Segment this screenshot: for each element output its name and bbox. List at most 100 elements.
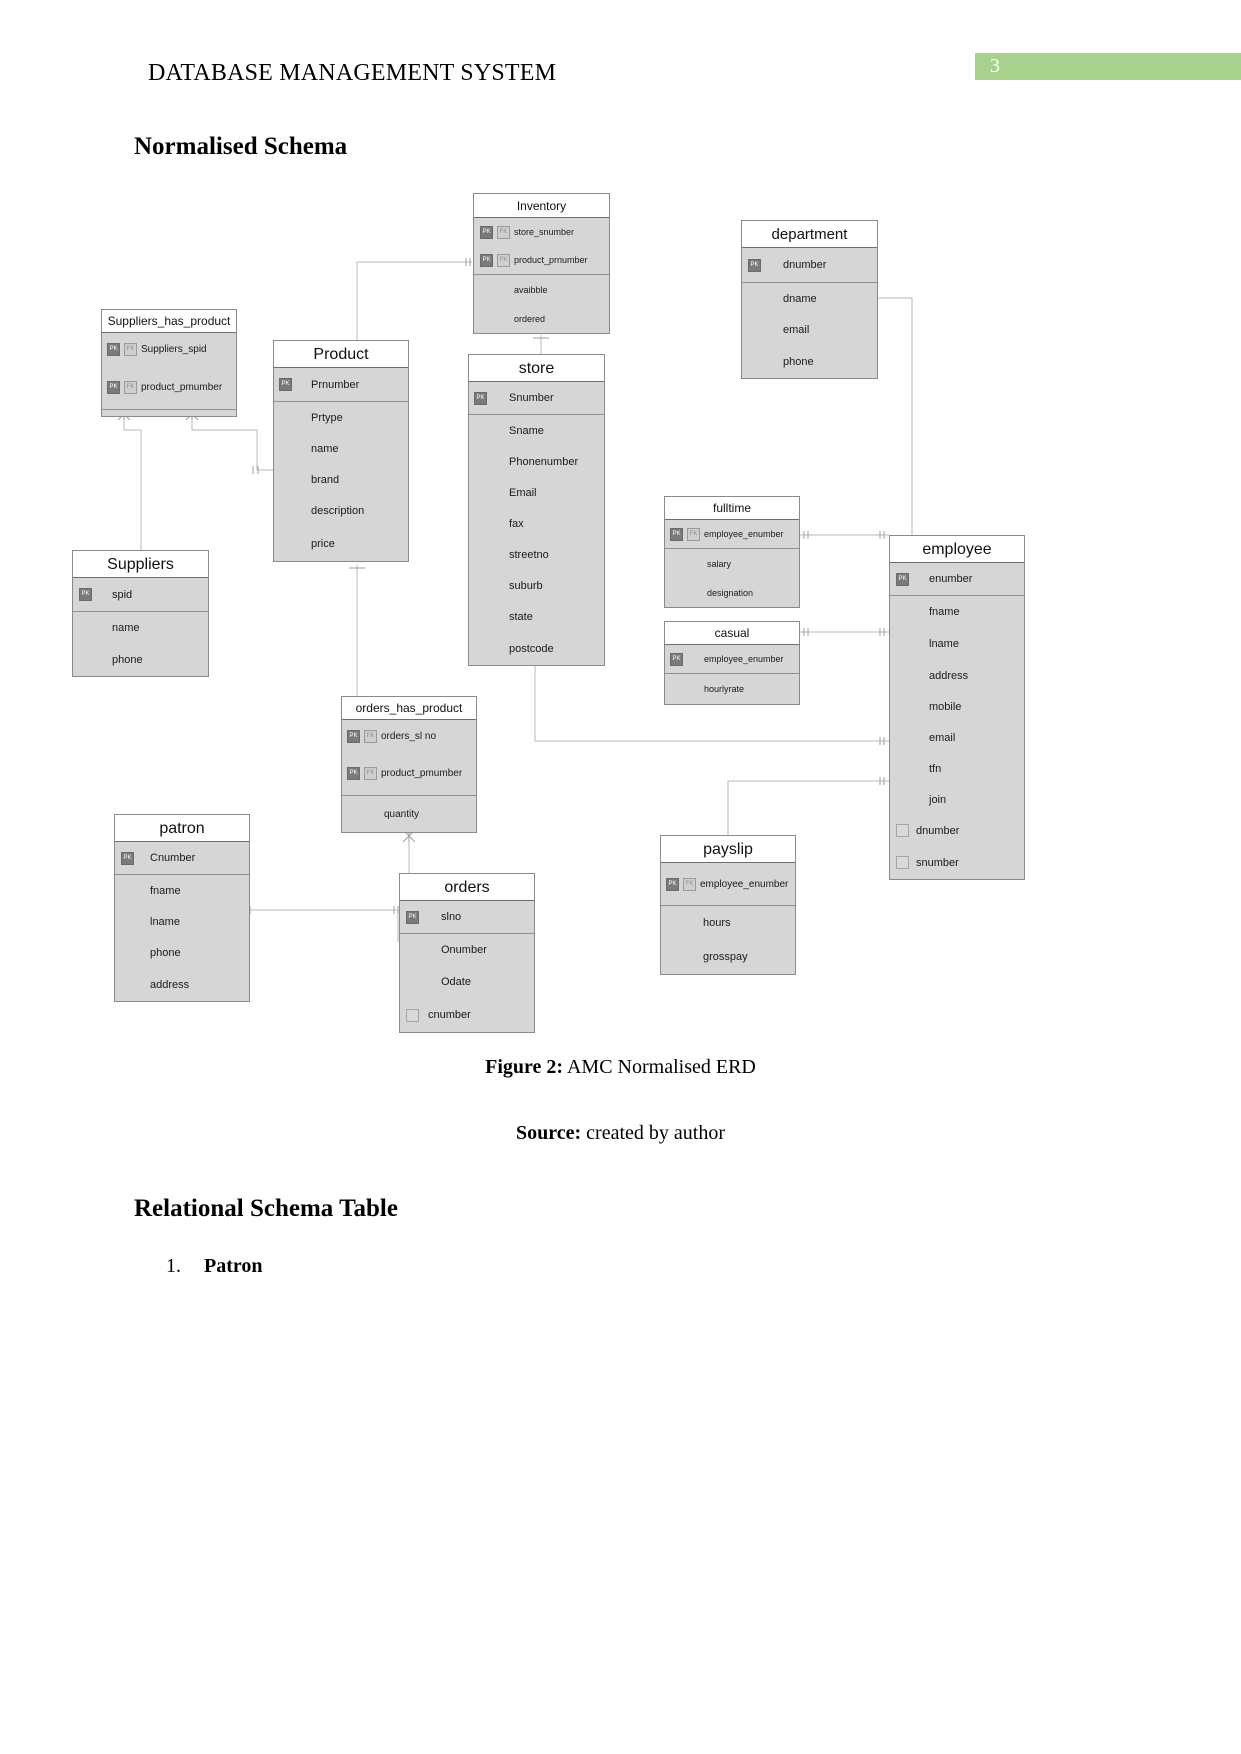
list-item-patron: 1. Patron (166, 1255, 263, 1278)
fk-icon: FK (896, 856, 909, 869)
entity-field-row[interactable]: price (274, 526, 408, 561)
entity-fields: PK spid name phone (73, 578, 208, 676)
entity-field-row[interactable]: PK spid (73, 578, 208, 611)
entity-field-row[interactable]: PK FK employee_enumber (661, 863, 795, 905)
entity-field-row[interactable]: PK FK store_snumber (474, 218, 609, 246)
entity-fields: PK Snumber Sname Phonenumber Email fax s… (469, 382, 604, 665)
entity-field-row[interactable]: address (890, 660, 1024, 691)
entity-field-row[interactable]: fax (469, 508, 604, 539)
entity-casual[interactable]: casual PK employee_enumber hourlyrate (664, 621, 800, 705)
fk-icon: FK (497, 253, 510, 267)
field-label: product_prnumber (514, 255, 588, 265)
entity-employee[interactable]: employee PK enumber fname lname address … (889, 535, 1025, 880)
entity-field-row[interactable]: fname (115, 875, 249, 906)
entity-field-row[interactable]: brand (274, 464, 408, 495)
entity-field-row[interactable]: avaibble (474, 275, 609, 304)
entity-field-row[interactable]: email (742, 314, 877, 345)
entity-suppliers[interactable]: Suppliers PK spid name phone (72, 550, 209, 677)
entity-field-row[interactable]: FK dnumber (890, 815, 1024, 846)
entity-fields: PK FK orders_sl no PK FK product_pmumber… (342, 720, 476, 832)
entity-field-row[interactable]: lname (890, 628, 1024, 660)
entity-field-row[interactable]: salary (665, 549, 799, 578)
key-spacer (474, 579, 487, 592)
entity-field-row[interactable]: fname (890, 596, 1024, 628)
entity-field-row[interactable]: PK Snumber (469, 382, 604, 414)
entity-field-row[interactable]: PK FK product_prnumber (474, 246, 609, 274)
entity-inventory[interactable]: Inventory PK FK store_snumber PK FK prod… (473, 193, 610, 334)
entity-field-row[interactable]: PK enumber (890, 563, 1024, 595)
entity-field-row[interactable]: Odate (400, 966, 534, 998)
entity-field-row[interactable]: PK FK orders_sl no (342, 720, 476, 752)
entity-title: payslip (661, 836, 795, 863)
key-spacer (474, 642, 487, 655)
entity-field-row[interactable]: grosspay (661, 940, 795, 974)
entity-field-row[interactable]: state (469, 601, 604, 632)
entity-patron[interactable]: patron PK Cnumber fname lname phone addr… (114, 814, 250, 1002)
entity-payslip[interactable]: payslip PK FK employee_enumber hours gro… (660, 835, 796, 975)
entity-field-row[interactable]: description (274, 495, 408, 526)
field-label: Sname (509, 424, 544, 437)
entity-field-row[interactable]: Email (469, 477, 604, 508)
entity-field-row[interactable]: PK FK product_pmumber (342, 752, 476, 795)
entity-field-row[interactable]: join (890, 784, 1024, 815)
entity-field-row[interactable]: FK cnumber (400, 998, 534, 1032)
entity-field-row[interactable]: PK slno (400, 901, 534, 933)
entity-field-row[interactable]: designation (665, 578, 799, 607)
field-label: brand (311, 473, 340, 486)
field-label: email (929, 731, 956, 744)
entity-field-row[interactable]: quantity (342, 796, 476, 832)
entity-field-row[interactable]: name (73, 612, 208, 643)
entity-field-row[interactable]: Phonenumber (469, 446, 604, 477)
key-spacer (474, 610, 487, 623)
entity-fulltime[interactable]: fulltime PK FK employee_enumber salary d… (664, 496, 800, 608)
entity-field-row[interactable]: dname (742, 283, 877, 314)
entity-field-row[interactable]: Prtype (274, 402, 408, 433)
entity-field-row[interactable]: hours (661, 906, 795, 940)
entity-field-row[interactable]: phone (742, 345, 877, 378)
entity-field-row[interactable]: address (115, 968, 249, 1001)
entity-field-row[interactable]: streetno (469, 539, 604, 570)
entity-product[interactable]: Product PK Prnumber Prtype name brand de… (273, 340, 409, 562)
entity-field-row[interactable]: phone (115, 937, 249, 968)
key-spacer (666, 951, 679, 964)
entity-field-row[interactable]: ordered (474, 304, 609, 333)
entity-field-row[interactable]: PK FK Suppliers_spid (102, 333, 236, 365)
fk-icon: FK (406, 1008, 419, 1022)
entity-field-row[interactable]: Onumber (400, 934, 534, 966)
entity-field-row[interactable]: email (890, 722, 1024, 753)
entity-field-row[interactable]: suburb (469, 570, 604, 601)
entity-field-row[interactable]: PK Prnumber (274, 368, 408, 401)
field-label: fax (509, 517, 524, 530)
key-spacer (480, 283, 493, 296)
entity-field-row[interactable]: phone (73, 643, 208, 676)
entity-field-row[interactable]: tfn (890, 753, 1024, 784)
key-spacer (896, 638, 909, 651)
entity-store[interactable]: store PK Snumber Sname Phonenumber Email… (468, 354, 605, 666)
entity-field-row[interactable]: mobile (890, 691, 1024, 722)
field-label: snumber (916, 856, 959, 869)
entity-orders-has-product[interactable]: orders_has_product PK FK orders_sl no PK… (341, 696, 477, 833)
pk-icon: PK (279, 378, 292, 391)
entity-field-row[interactable]: hourlyrate (665, 674, 799, 704)
entity-title: orders_has_product (342, 697, 476, 720)
entity-field-row[interactable]: postcode (469, 632, 604, 665)
entity-field-row[interactable]: lname (115, 906, 249, 937)
entity-field-row[interactable]: Sname (469, 415, 604, 446)
entity-suppliers-has-product[interactable]: Suppliers_has_product PK FK Suppliers_sp… (101, 309, 237, 417)
field-label: Prnumber (311, 378, 360, 391)
entity-department[interactable]: department PK dnumber dname email phone (741, 220, 878, 379)
list-item-label: Patron (204, 1255, 263, 1277)
entity-field-row[interactable]: FK snumber (890, 846, 1024, 879)
entity-field-row[interactable]: PK dnumber (742, 248, 877, 282)
key-spacer (279, 504, 292, 517)
entity-field-row[interactable]: name (274, 433, 408, 464)
entity-field-row[interactable]: PK FK employee_enumber (665, 520, 799, 548)
entity-title: orders (400, 874, 534, 901)
entity-field-row[interactable]: PK Cnumber (115, 842, 249, 874)
field-label: Snumber (509, 392, 554, 404)
entity-orders[interactable]: orders PK slno Onumber Odate FK cnumber (399, 873, 535, 1033)
entity-field-row[interactable]: PK FK product_pmumber (102, 365, 236, 409)
entity-title: Suppliers (73, 551, 208, 578)
entity-field-row[interactable]: PK employee_enumber (665, 645, 799, 673)
pk-icon: PK (896, 572, 909, 586)
